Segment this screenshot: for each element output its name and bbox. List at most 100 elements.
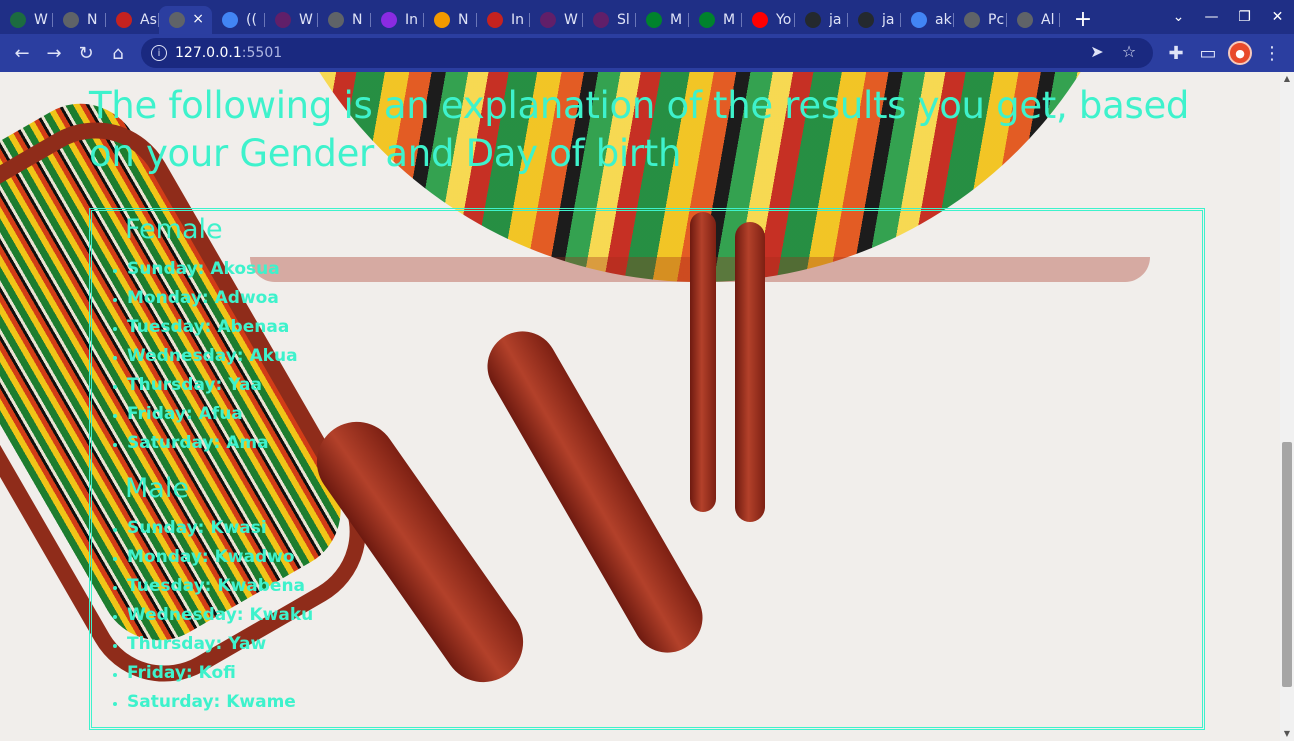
globe-icon: [964, 12, 980, 28]
address-bar-actions: ➤ ☆: [1081, 42, 1145, 61]
chrome-icon: [63, 12, 79, 28]
tab-title: N: [87, 12, 98, 28]
github-icon: [858, 12, 874, 28]
back-icon[interactable]: ←: [6, 37, 38, 69]
toolbar-right: ✚ ▭ ● ⋮: [1160, 37, 1288, 69]
browser-tab[interactable]: M: [636, 6, 689, 34]
tab-title: Al: [1041, 12, 1055, 28]
browser-tab[interactable]: Pc: [954, 6, 1007, 34]
tab-title: As: [140, 12, 157, 28]
url-host: 127.0.0.1: [175, 45, 242, 61]
browser-tab[interactable]: ak: [901, 6, 954, 34]
list-item: Thursday: Yaa: [127, 371, 1202, 400]
tab-title: M: [723, 12, 736, 28]
scrollbar-thumb[interactable]: [1282, 442, 1292, 687]
list-item: Friday: Kofi: [127, 659, 1202, 688]
bookmark-star-icon[interactable]: ☆: [1113, 42, 1145, 61]
tab-title: M: [670, 12, 683, 28]
browser-tab[interactable]: Yo: [742, 6, 795, 34]
list-item: Saturday: Ama: [127, 429, 1202, 458]
scroll-up-icon[interactable]: ▲: [1280, 72, 1294, 86]
browser-tab[interactable]: W: [530, 6, 583, 34]
url-port: :5501: [241, 45, 283, 61]
github-icon: [805, 12, 821, 28]
browser-tab[interactable]: N: [318, 6, 371, 34]
slack-icon: [593, 12, 609, 28]
gmail-icon: [487, 12, 503, 28]
extensions-icon[interactable]: ✚: [1160, 37, 1192, 69]
forward-icon[interactable]: →: [38, 37, 70, 69]
scroll-down-icon[interactable]: ▼: [1280, 727, 1294, 741]
cast-icon[interactable]: ▭: [1192, 37, 1224, 69]
site-info-icon[interactable]: i: [151, 45, 167, 61]
list-item: Monday: Kwadwo: [127, 543, 1202, 572]
tab-title: N: [458, 12, 469, 28]
profile-button[interactable]: ●: [1224, 37, 1256, 69]
new-tab-button[interactable]: +: [1068, 5, 1098, 33]
tab-title: ja: [882, 12, 895, 28]
window-controls: ⌄ — ❐ ✕: [1162, 0, 1294, 34]
tab-title: In: [511, 12, 525, 28]
page-title: The following is an explanation of the r…: [89, 84, 1190, 175]
browser-tab[interactable]: N: [424, 6, 477, 34]
browser-tab[interactable]: Sl: [583, 6, 636, 34]
browser-tab[interactable]: W: [0, 6, 53, 34]
tab-title: W: [564, 12, 578, 28]
page-viewport: The following is an explanation of the r…: [0, 72, 1280, 741]
list-item: Sunday: Akosua: [127, 255, 1202, 284]
reload-icon[interactable]: ↻: [70, 37, 102, 69]
chrome-icon: [328, 12, 344, 28]
gmail-icon: [116, 12, 132, 28]
google-icon: [222, 12, 238, 28]
main-content: The following is an explanation of the r…: [89, 72, 1205, 730]
tab-title: W: [299, 12, 313, 28]
browser-tab[interactable]: M: [689, 6, 742, 34]
browser-tab[interactable]: ×: [159, 6, 212, 34]
list-item: Thursday: Yaw: [127, 630, 1202, 659]
browser-tab[interactable]: ((: [212, 6, 265, 34]
list-item: Saturday: Kwame: [127, 688, 1202, 717]
browser-tab[interactable]: ja: [848, 6, 901, 34]
restore-icon[interactable]: ❐: [1228, 9, 1261, 25]
browser-tab[interactable]: N: [53, 6, 106, 34]
browser-tab[interactable]: In: [371, 6, 424, 34]
vertical-scrollbar[interactable]: ▲ ▼: [1280, 72, 1294, 741]
tree-icon: [10, 12, 26, 28]
browser-tab[interactable]: As: [106, 6, 159, 34]
globe-icon: [1017, 12, 1033, 28]
tab-list: W N As × ((W N In N In W Sl M M Yo ja ja ak Pc Al: [0, 0, 1060, 34]
browser-tab[interactable]: ja: [795, 6, 848, 34]
male-heading: Male: [125, 473, 189, 504]
tab-title: ((: [246, 12, 257, 28]
minimize-icon[interactable]: —: [1195, 9, 1228, 25]
tab-search-icon[interactable]: ⌄: [1162, 9, 1195, 25]
list-item: Monday: Adwoa: [127, 284, 1202, 313]
slack-icon: [540, 12, 556, 28]
list-item: Friday: Afua: [127, 400, 1202, 429]
globe-icon: [169, 12, 185, 28]
meet-icon: [646, 12, 662, 28]
female-names-list: Sunday: AkosuaMonday: AdwoaTuesday: Aben…: [92, 255, 1202, 458]
female-heading: Female: [125, 214, 223, 245]
menu-kebab-icon[interactable]: ⋮: [1256, 37, 1288, 69]
b-icon: [381, 12, 397, 28]
names-box: Female Sunday: AkosuaMonday: AdwoaTuesda…: [89, 208, 1205, 730]
browser-tab[interactable]: Al: [1007, 6, 1060, 34]
address-bar[interactable]: i 127.0.0.1:5501 ➤ ☆: [141, 38, 1153, 68]
browser-tab[interactable]: W: [265, 6, 318, 34]
home-icon[interactable]: ⌂: [102, 37, 134, 69]
infinity-icon: [434, 12, 450, 28]
send-icon[interactable]: ➤: [1081, 42, 1113, 61]
list-item: Wednesday: Akua: [127, 342, 1202, 371]
youtube-icon: [752, 12, 768, 28]
google-icon: [911, 12, 927, 28]
tab-strip: W N As × ((W N In N In W Sl M M Yo ja ja ak Pc Al + ⌄ — ❐ …: [0, 0, 1294, 34]
list-item: Tuesday: Kwabena: [127, 572, 1202, 601]
tab-title: N: [352, 12, 363, 28]
avatar: ●: [1228, 41, 1252, 65]
close-tab-icon[interactable]: ×: [192, 11, 204, 27]
close-window-icon[interactable]: ✕: [1261, 9, 1294, 25]
browser-tab[interactable]: In: [477, 6, 530, 34]
meet-icon: [699, 12, 715, 28]
male-names-list: Sunday: KwasiMonday: KwadwoTuesday: Kwab…: [92, 514, 1202, 717]
